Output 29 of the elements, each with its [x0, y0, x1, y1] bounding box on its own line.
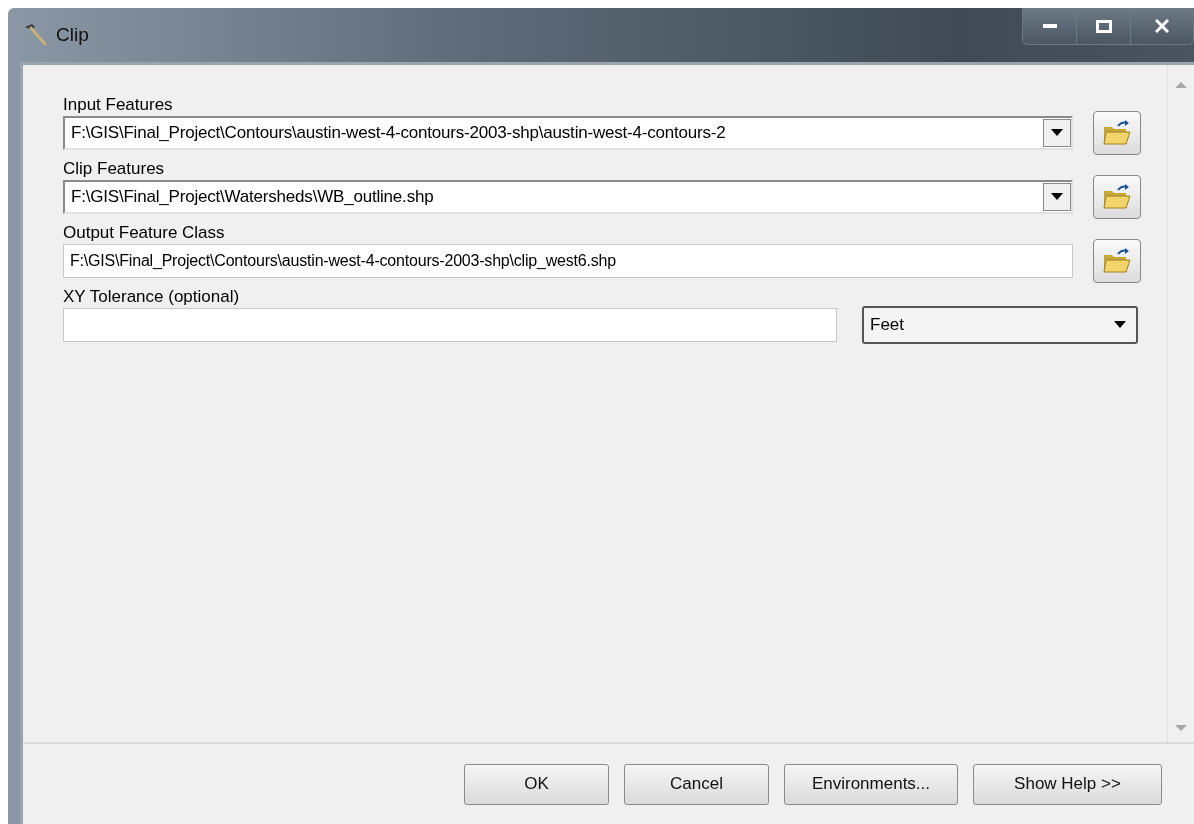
minimize-button[interactable]: [1023, 8, 1077, 44]
parameter-label: Input Features: [63, 94, 174, 116]
scroll-down-icon[interactable]: [1175, 724, 1187, 732]
combo-field[interactable]: F:\GIS\Final_Project\Watersheds\WB_outline.shp: [63, 180, 1073, 214]
dialog-button[interactable]: OK: [464, 763, 609, 805]
dialog-button[interactable]: Show Help >>: [973, 763, 1162, 805]
parameter-label: XY Tolerance (optional): [63, 286, 241, 308]
close-icon: [1155, 19, 1169, 33]
folder-icon: [1102, 119, 1132, 147]
folder-icon: [1102, 247, 1132, 275]
browse-button[interactable]: [1093, 175, 1141, 219]
combo-field[interactable]: F:\GIS\Final_Project\Contours\austin-west-4-contours-2003-shp\austin-west-4-contours-2: [63, 116, 1073, 150]
browse-button[interactable]: [1093, 111, 1141, 155]
folder-icon: [1102, 183, 1132, 211]
unit-dropdown[interactable]: Feet: [862, 306, 1138, 344]
close-button[interactable]: [1131, 8, 1193, 44]
scroll-up-icon[interactable]: [1175, 81, 1187, 89]
dialog-button[interactable]: Cancel: [624, 763, 769, 805]
window-title: Clip: [56, 24, 89, 46]
input-field[interactable]: [63, 308, 837, 342]
parameter-label: Output Feature Class: [63, 222, 226, 244]
maximize-button[interactable]: [1077, 8, 1131, 44]
minimize-icon: [1042, 24, 1057, 28]
dropdown-arrow-icon: [1114, 321, 1126, 329]
browse-button[interactable]: [1093, 239, 1141, 283]
dialog-button[interactable]: Environments...: [784, 763, 958, 805]
maximize-icon: [1095, 19, 1112, 33]
parameter-label: Clip Features: [63, 158, 166, 180]
text-field[interactable]: F:\GIS\Final_Project\Contours\austin-west-4-contours-2003-shp\clip_west6.shp: [63, 244, 1073, 278]
